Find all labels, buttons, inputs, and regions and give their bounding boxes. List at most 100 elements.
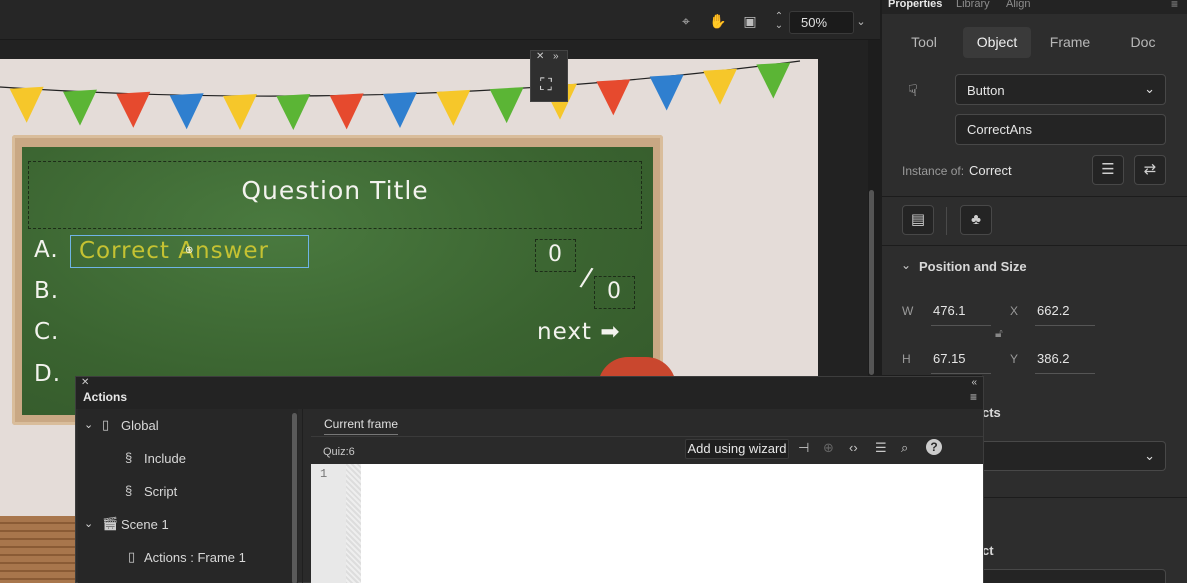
bunting-flag (756, 62, 791, 99)
x-value[interactable]: 662.2 (1037, 303, 1070, 318)
tree-scrollbar[interactable] (292, 413, 297, 583)
code-icon[interactable]: ‹› (849, 440, 858, 455)
bunting-flag (276, 94, 311, 131)
bunting-flag (63, 89, 97, 126)
chevron-down-icon: ⌄ (1144, 448, 1155, 463)
segment-tool[interactable]: Tool (894, 27, 954, 58)
chevron-down-icon[interactable]: ⌄ (852, 13, 870, 31)
instance-of-label: Instance of: (902, 164, 965, 178)
tree-item-scene[interactable]: Scene 1 (121, 517, 169, 532)
letter-b: B. (34, 278, 60, 304)
line-gutter: 1 (311, 464, 361, 583)
line-number: 1 (320, 467, 328, 481)
properties-panel: Properties Library Align ≡ Tool Object F… (882, 0, 1187, 375)
h-label: H (902, 352, 911, 366)
close-icon[interactable]: ✕ (536, 51, 544, 62)
clip-icon[interactable]: ▣ (741, 12, 759, 30)
actions-header: ✕ « ≡ Actions (76, 377, 983, 409)
bunting-flag (116, 91, 151, 128)
score-current[interactable]: 0 (535, 239, 576, 272)
score-total[interactable]: 0 (594, 276, 635, 309)
letter-c: C. (34, 319, 60, 345)
w-label: W (902, 304, 914, 318)
actions-title[interactable]: Actions (83, 390, 127, 404)
tree-item-script[interactable]: Script (144, 484, 177, 499)
pin-icon[interactable]: ⊣ (798, 440, 809, 456)
script-location: Quiz:6 (323, 446, 355, 458)
position-size-heading[interactable]: Position and Size (919, 259, 1027, 274)
stage-scrollbar[interactable] (869, 190, 874, 375)
bunting-flag (596, 79, 631, 116)
actions-panel: ✕ « ≡ Actions ⌄ ▯ Global § Include § Scr… (75, 376, 984, 583)
search-icon[interactable]: ⌕ (901, 440, 908, 456)
panel-menu-icon[interactable]: ≡ (1171, 0, 1178, 11)
tree-item-include[interactable]: Include (144, 451, 186, 466)
h-value[interactable]: 67.15 (933, 351, 966, 366)
instance-name-input[interactable]: CorrectAns (955, 114, 1166, 145)
frame-icon: ▯ (128, 549, 136, 564)
script-navigator: ⌄ ▯ Global § Include § Script ⌄ 🎬︎ Scene… (78, 409, 298, 583)
next-button[interactable]: next ➡ (537, 319, 621, 345)
chevron-down-icon: ⌄ (1144, 81, 1155, 96)
collapse-icon[interactable]: « (971, 377, 977, 388)
zoom-field[interactable]: 50% (789, 11, 854, 34)
registration-point-icon: ⊕ (185, 245, 194, 256)
button-symbol-icon: ☟ (908, 83, 918, 100)
y-value[interactable]: 386.2 (1037, 351, 1070, 366)
answer-text: Correct Answer (79, 238, 269, 264)
segment-object[interactable]: Object (963, 27, 1031, 58)
lock-icon[interactable]: 🔓︎ (995, 326, 1003, 341)
target-icon[interactable]: ⊕ (823, 440, 834, 456)
stepper-icon[interactable]: ⌃ ⌄ (770, 12, 788, 31)
segment-frame[interactable]: Frame (1035, 27, 1105, 58)
script-editor: Current frame Quiz:6 Add using wizard ⊣ … (311, 409, 983, 583)
bunting-flag (223, 94, 257, 130)
format-icon[interactable]: ☰ (875, 440, 887, 456)
panel-menu-icon[interactable]: ≡ (970, 390, 977, 404)
transform-icon[interactable]: ⛶ (540, 75, 552, 95)
chevron-down-icon[interactable]: ⌄ (84, 418, 93, 431)
x-label: X (1010, 304, 1019, 318)
close-icon[interactable]: ✕ (81, 377, 89, 388)
help-icon[interactable]: ? (926, 439, 942, 455)
add-using-wizard-button[interactable]: Add using wizard (685, 439, 789, 459)
align-icon[interactable]: ▤ (902, 205, 934, 235)
tab-library[interactable]: Library (956, 0, 990, 10)
collapse-icon[interactable]: » (553, 51, 559, 62)
bunting-flag (703, 68, 737, 105)
tree-item-frame[interactable]: Actions : Frame 1 (144, 550, 246, 565)
instance-of-value: Correct (969, 163, 1012, 178)
question-title: Question Title (241, 176, 429, 205)
tab-current-frame[interactable]: Current frame (324, 417, 399, 435)
scene-icon: 🎬︎ (102, 516, 119, 531)
script-icon: § (125, 450, 133, 465)
swap-symbol-icon[interactable]: ⇄ (1134, 155, 1166, 185)
object-select[interactable] (982, 569, 1166, 583)
hand-icon[interactable]: ✋ (709, 12, 727, 30)
bunting-flag (169, 93, 204, 130)
symbol-effects-icon[interactable]: ♣ (960, 205, 992, 235)
crosshair-icon[interactable]: ⌖ (677, 12, 695, 30)
tab-align[interactable]: Align (1006, 0, 1030, 10)
instance-properties-icon[interactable]: ☰ (1092, 155, 1124, 185)
properties-lower: cts ⌄ ct (982, 375, 1187, 583)
effects-heading[interactable]: cts (982, 405, 1001, 420)
letter-d: D. (34, 361, 62, 387)
segment-doc[interactable]: Doc (1108, 27, 1178, 58)
floor (0, 516, 80, 583)
symbol-type-select[interactable]: Button ⌄ (955, 74, 1166, 105)
chevron-down-icon[interactable]: ⌄ (84, 517, 93, 530)
bunting (0, 60, 801, 131)
script-icon: § (125, 483, 133, 498)
chevron-down-icon[interactable]: ⌄ (901, 258, 911, 272)
question-title-box[interactable]: Question Title (28, 161, 642, 229)
correct-answer-button[interactable]: Correct Answer ⊕ (70, 235, 309, 268)
tab-properties[interactable]: Properties (888, 0, 942, 10)
tree-item-global[interactable]: Global (121, 418, 159, 433)
effects-select[interactable]: ⌄ (982, 441, 1166, 471)
code-editor[interactable]: 1 (311, 464, 983, 583)
y-label: Y (1010, 352, 1019, 366)
bunting-flag (383, 92, 417, 128)
bunting-flag (9, 86, 44, 123)
w-value[interactable]: 476.1 (933, 303, 966, 318)
